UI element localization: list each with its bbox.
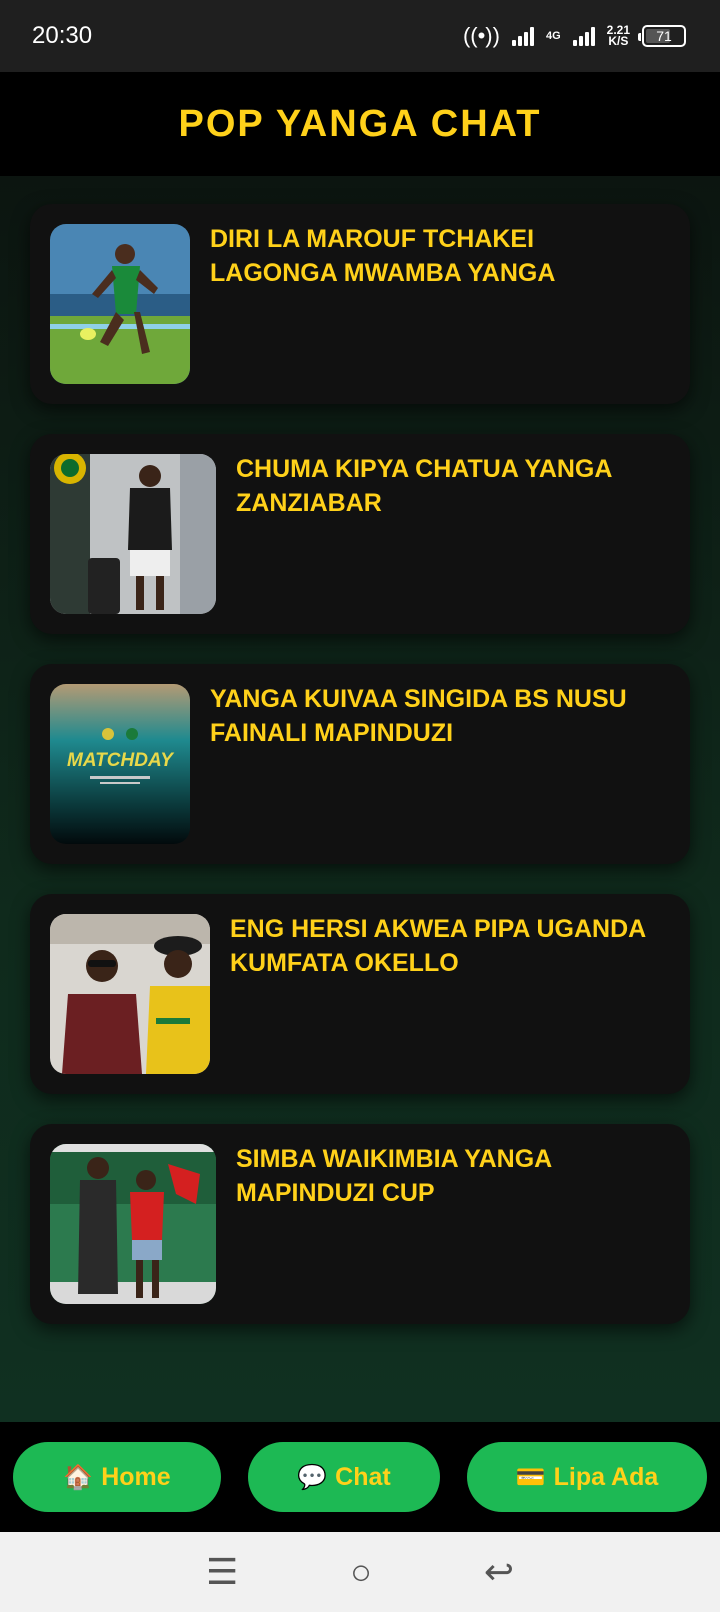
battery-icon: 71 [638, 25, 686, 47]
chat-icon: 💬 [297, 1463, 328, 1491]
news-title[interactable]: SIMBA WAIKIMBIA YANGA MAPINDUZI CUP [236, 1142, 660, 1210]
hotspot-icon: ((•)) [462, 23, 500, 48]
network-type: 4G [545, 30, 561, 42]
matchday-poster-icon: MATCHDAY [50, 684, 190, 844]
news-card[interactable]: DIRI LA MAROUF TCHAKEI LAGONGA MWAMBA YA… [30, 204, 690, 404]
home-icon: 🏠 [63, 1463, 94, 1491]
page-title: POP YANGA CHAT [178, 102, 542, 145]
football-player-photo-icon [50, 224, 190, 384]
status-time: 20:30 [32, 22, 93, 49]
app-header: POP YANGA CHAT [0, 72, 720, 176]
news-title[interactable]: DIRI LA MAROUF TCHAKEI LAGONGA MWAMBA YA… [210, 222, 660, 290]
news-card[interactable]: SIMBA WAIKIMBIA YANGA MAPINDUZI CUP [30, 1124, 690, 1324]
news-title[interactable]: YANGA KUIVAA SINGIDA BS NUSU FAINALI MAP… [210, 682, 660, 750]
system-nav-bar: ☰ ○ ↩ [0, 1532, 720, 1612]
chat-button[interactable]: 💬 Chat [248, 1442, 440, 1512]
signal-icon-2 [572, 26, 595, 46]
news-title[interactable]: CHUMA KIPYA CHATUA YANGA ZANZIABAR [236, 452, 660, 520]
news-thumbnail[interactable] [50, 454, 216, 614]
news-thumbnail[interactable]: MATCHDAY [50, 684, 190, 844]
status-bar: 20:30 ((•)) 4G 2.21 K/S 71 [0, 0, 720, 72]
matchday-text: MATCHDAY [67, 750, 175, 771]
home-circle-icon[interactable]: ○ [350, 1551, 372, 1593]
bottom-nav: 🏠 Home 💬 Chat 💳 Lipa Ada [0, 1422, 720, 1532]
pay-fee-label: Lipa Ada [553, 1462, 659, 1491]
news-thumbnail[interactable] [50, 1144, 216, 1304]
signal-icon [511, 26, 534, 46]
speed-unit: K/S [608, 34, 629, 48]
menu-icon[interactable]: ☰ [206, 1551, 238, 1593]
news-card[interactable]: ENG HERSI AKWEA PIPA UGANDA KUMFATA OKEL… [30, 894, 690, 1094]
chat-label: Chat [335, 1462, 391, 1491]
battery-level: 71 [656, 28, 672, 44]
home-button[interactable]: 🏠 Home [13, 1442, 221, 1512]
news-card[interactable]: CHUMA KIPYA CHATUA YANGA ZANZIABAR [30, 434, 690, 634]
player-arrival-photo-icon [50, 454, 216, 614]
news-thumbnail[interactable] [50, 914, 210, 1074]
home-label: Home [101, 1462, 171, 1491]
back-icon[interactable]: ↩ [484, 1551, 514, 1593]
pay-fee-button[interactable]: 💳 Lipa Ada [467, 1442, 707, 1512]
airplane-photo-icon [50, 914, 210, 1074]
news-card[interactable]: MATCHDAY YANGA KUIVAA SINGIDA BS NUSU FA… [30, 664, 690, 864]
network-speed: 2.21 K/S [607, 24, 630, 48]
status-icons: ((•)) 4G 2.21 K/S 71 [463, 23, 686, 49]
news-title[interactable]: ENG HERSI AKWEA PIPA UGANDA KUMFATA OKEL… [230, 912, 660, 980]
news-list[interactable]: DIRI LA MAROUF TCHAKEI LAGONGA MWAMBA YA… [0, 176, 720, 1422]
news-thumbnail[interactable] [50, 224, 190, 384]
fans-photo-icon [50, 1144, 216, 1304]
credit-card-icon: 💳 [515, 1463, 546, 1491]
